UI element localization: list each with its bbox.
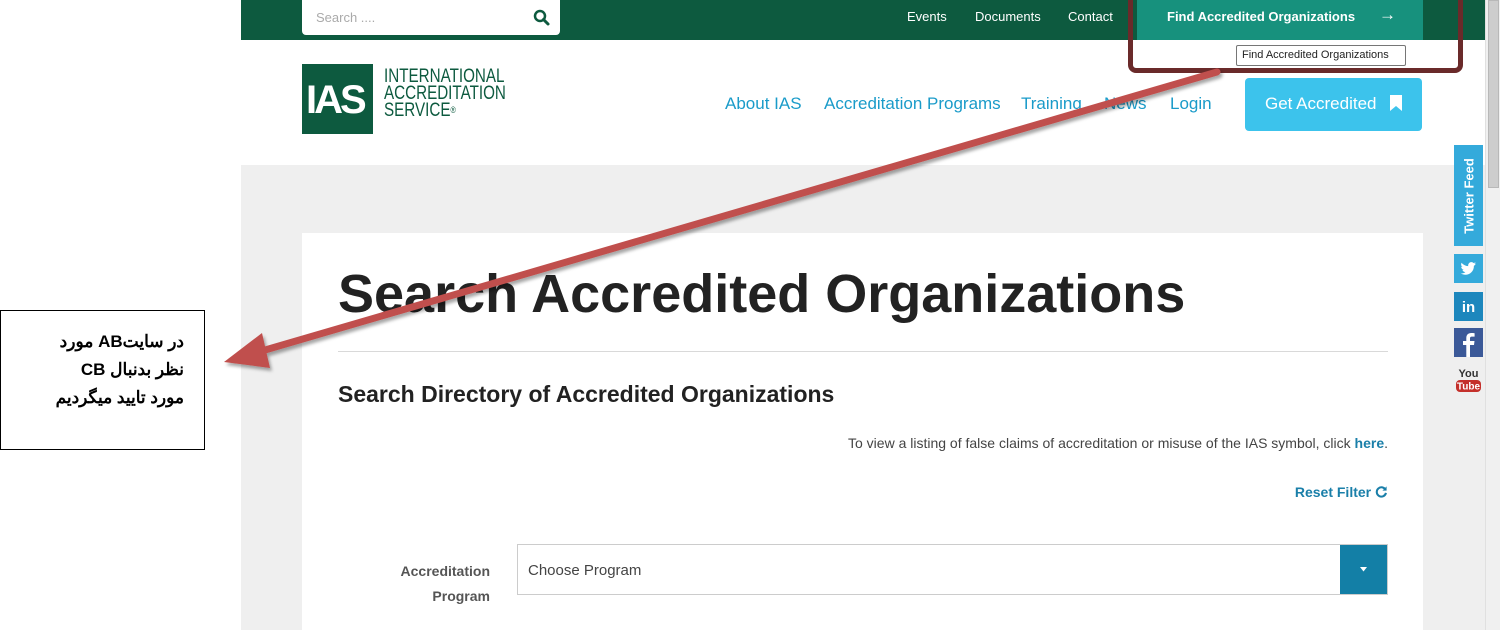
screenshot-root: Events Documents Contact Find Accredited…: [0, 0, 1500, 630]
annotation-line-3: مورد تایید میگردیم: [55, 388, 184, 407]
annotation-note: در سایتAB مورد نظر بدنبال CB مورد تایید …: [0, 310, 205, 450]
annotation-arrow-icon: [224, 68, 1221, 368]
annotation-line-2: نظر بدنبال CB: [80, 360, 184, 379]
annotation-line-1: در سایتAB مورد: [59, 332, 184, 351]
